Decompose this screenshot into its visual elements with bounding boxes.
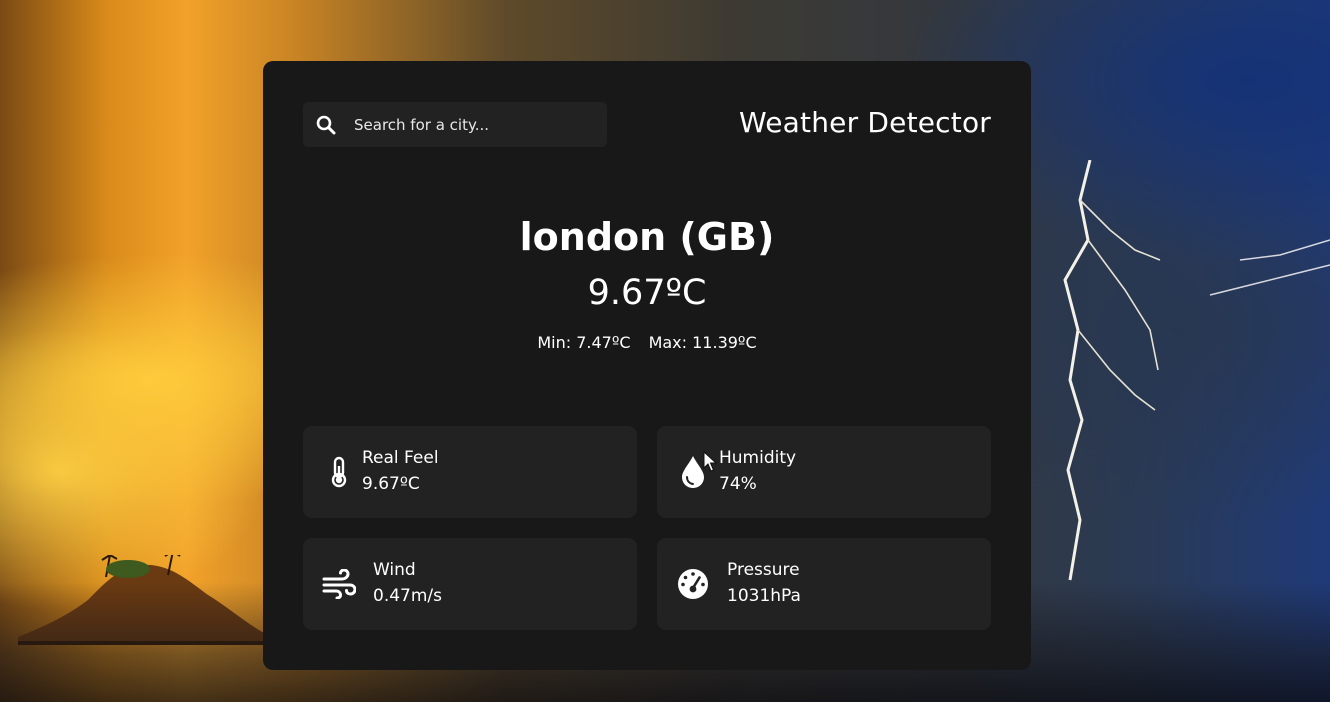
- pressure-label: Pressure: [727, 560, 800, 580]
- search-bar[interactable]: [303, 102, 607, 147]
- wind-label: Wind: [373, 560, 416, 580]
- real-feel-label: Real Feel: [362, 448, 439, 468]
- wind-icon: [321, 566, 357, 602]
- real-feel-card: Real Feel 9.67ºC: [303, 426, 637, 518]
- min-max-temperature: Min: 7.47ºC Max: 11.39ºC: [263, 332, 1031, 354]
- humidity-label: Humidity: [719, 448, 797, 468]
- min-temperature: Min: 7.47ºC: [537, 333, 631, 352]
- mouse-cursor-icon: [703, 451, 717, 472]
- pressure-value: 1031hPa: [727, 586, 801, 606]
- pressure-card: Pressure 1031hPa: [657, 538, 991, 630]
- real-feel-value: 9.67ºC: [362, 474, 420, 494]
- app-title: Weather Detector: [738, 106, 991, 139]
- lightning-bolt: [1063, 160, 1330, 581]
- search-icon[interactable]: [315, 114, 337, 136]
- search-input[interactable]: [352, 114, 596, 135]
- wind-card: Wind 0.47m/s: [303, 538, 637, 630]
- city-name: london (GB): [519, 215, 775, 259]
- max-temperature: Max: 11.39ºC: [648, 333, 757, 352]
- thermometer-icon: [321, 454, 357, 490]
- weather-card: Weather Detector london (GB) 9.67ºC Min:…: [263, 61, 1031, 670]
- current-temperature: 9.67ºC: [587, 273, 707, 313]
- gauge-icon: [675, 566, 711, 602]
- humidity-value: 74%: [719, 474, 757, 494]
- wind-value: 0.47m/s: [373, 586, 442, 606]
